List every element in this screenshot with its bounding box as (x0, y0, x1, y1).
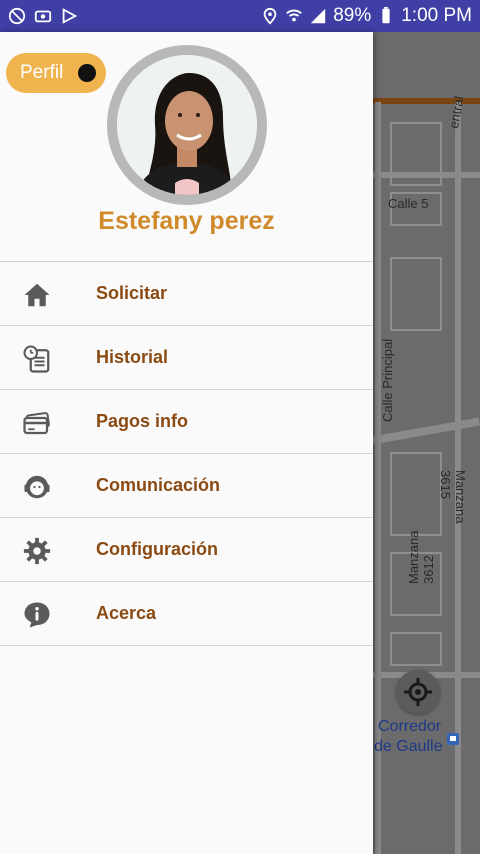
screenshot-icon (34, 10, 52, 23)
bus-stop-icon (447, 733, 459, 745)
info-icon (24, 602, 50, 628)
menu-item-label: Solicitar (96, 283, 168, 303)
menu-item-label: Pagos info (96, 411, 189, 431)
menu-item-pagos-info[interactable]: Pagos info (0, 390, 373, 454)
support-agent-icon (24, 475, 50, 499)
menu-item-label: Configuración (96, 539, 218, 559)
avatar[interactable] (107, 45, 267, 205)
navigation-drawer: Perfil Estefany perez Solicitar Historia… (0, 32, 373, 854)
map-label-calle-principal: Calle Principal (380, 338, 395, 422)
person-photo-icon (117, 55, 257, 195)
wifi-icon (286, 9, 303, 22)
menu-item-solicitar[interactable]: Solicitar (0, 262, 373, 326)
user-name: Estefany perez (98, 207, 275, 235)
map-label-manzana-3615: Manzana 3615 (438, 470, 468, 524)
menu-item-historial[interactable]: Historial (0, 326, 373, 390)
map-label-manzana-3612: Manzana 3612 (406, 530, 436, 584)
location-icon (263, 7, 277, 25)
map-label-calle-5: Calle 5 (388, 196, 429, 211)
menu-item-label: Comunicación (96, 475, 221, 495)
menu-item-label: Acerca (96, 603, 157, 623)
clock-time: 1:00 PM (401, 5, 472, 26)
status-bar: 89% 1:00 PM (0, 0, 480, 32)
payment-card-icon (23, 412, 50, 435)
do-not-disturb-icon (8, 7, 26, 25)
toggle-knob (78, 64, 96, 82)
signal-icon (311, 8, 326, 24)
profile-toggle-label: Perfil (20, 62, 64, 83)
menu-item-comunicacion[interactable]: Comunicación (0, 454, 373, 518)
drawer-menu: Solicitar Historial Pagos info Comunicac… (0, 262, 373, 646)
history-icon (23, 345, 50, 373)
menu-item-acerca[interactable]: Acerca (0, 582, 373, 646)
map-poi-line-1: Corredor (378, 718, 442, 735)
battery-icon (382, 7, 390, 24)
menu-item-label: Historial (96, 347, 169, 367)
battery-percentage: 89% (333, 5, 372, 26)
play-store-icon (62, 8, 78, 24)
menu-item-configuracion[interactable]: Configuración (0, 518, 373, 582)
crosshair-icon (404, 678, 432, 706)
profile-toggle[interactable]: Perfil (6, 53, 106, 93)
avatar-photo (117, 55, 257, 195)
my-location-button[interactable] (396, 670, 440, 714)
gear-icon (23, 537, 51, 565)
home-icon (24, 283, 50, 307)
drawer-header: Perfil Estefany perez (0, 32, 373, 262)
map-poi-line-2: de Gaulle (374, 738, 443, 755)
